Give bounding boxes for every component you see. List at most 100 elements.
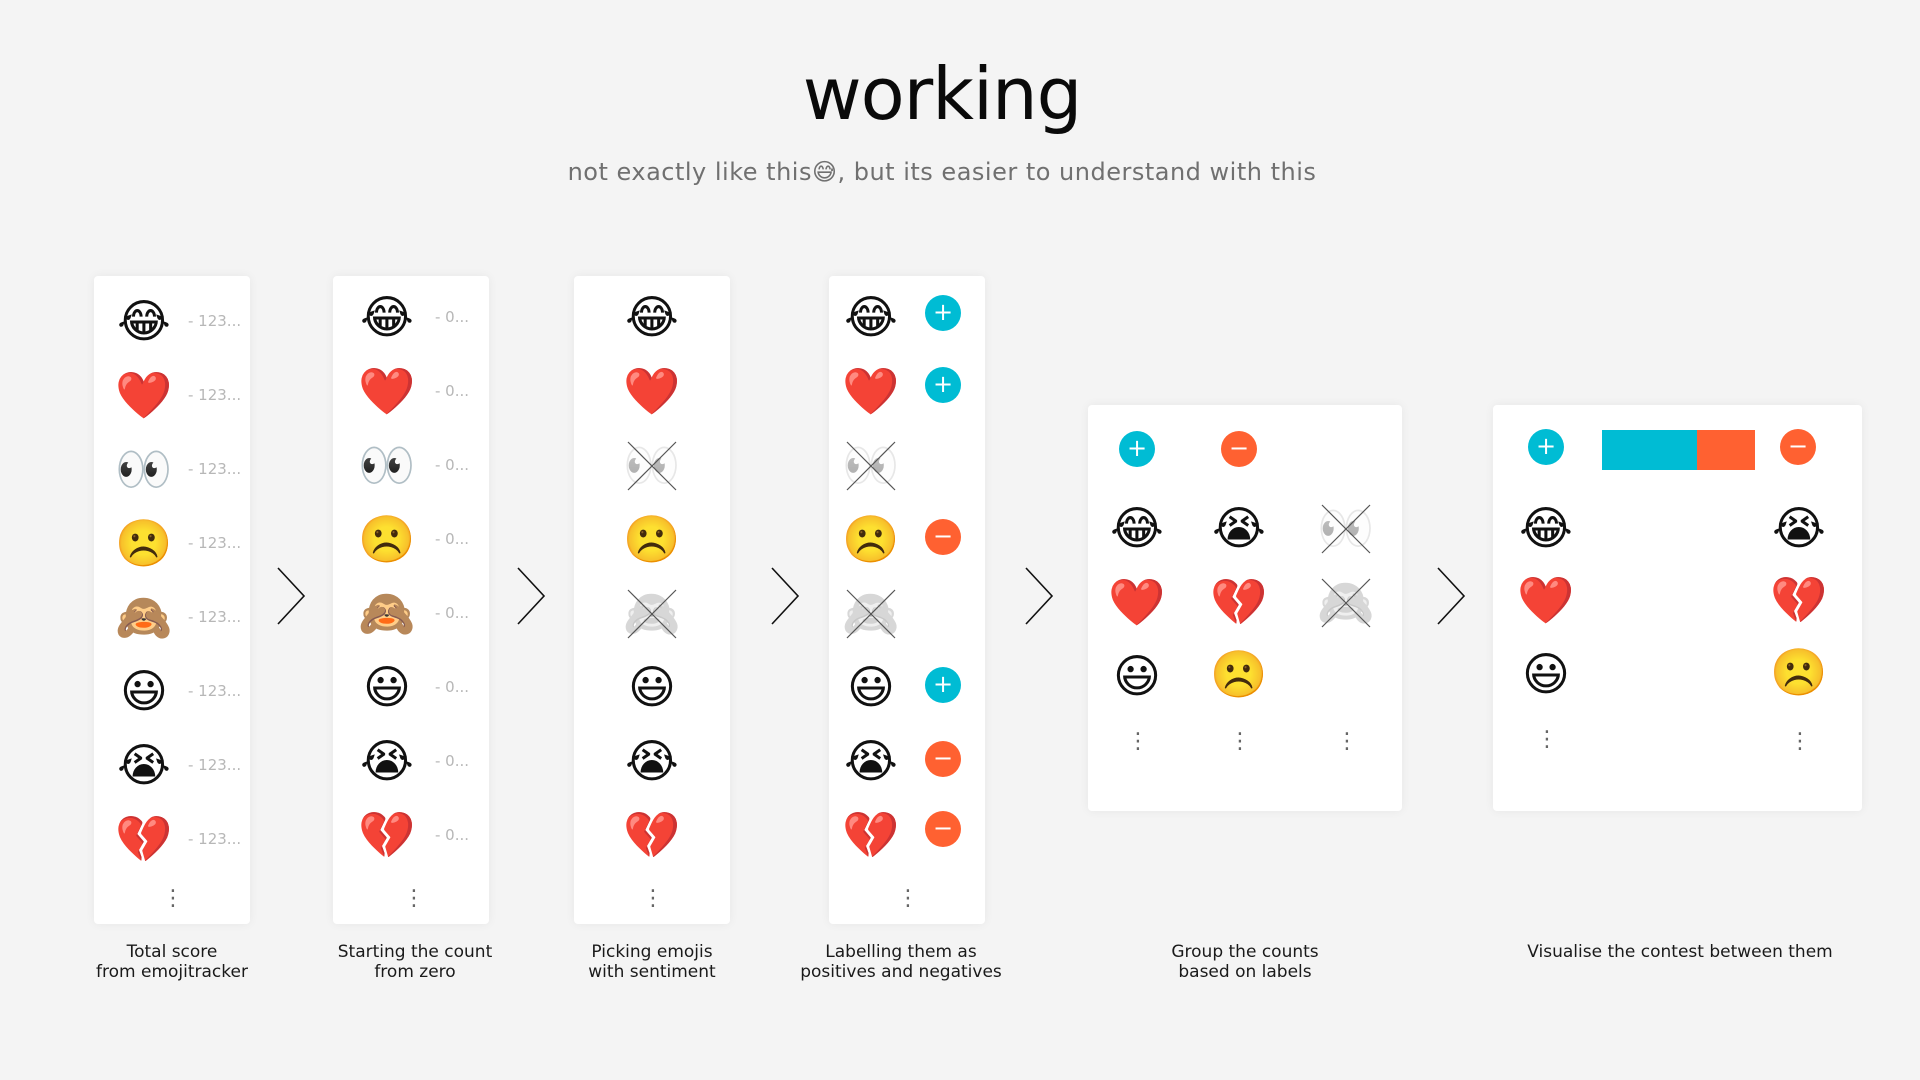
step-card-total-score: 😂 ❤️ 👀 ☹️ 🙈 😃 😭 💔 - 123... - 123... - 12… [94,276,250,924]
emoji-broken-heart: 💔 [1210,575,1268,629]
step-card-grouping: + − 😂 ❤️ 😃 😭 💔 ☹️ 👀 🙈 ⋮ ⋮ ⋮ [1088,405,1402,811]
contest-bar-negative [1697,430,1755,470]
page-subtitle: not exactly like this😅, but its easier t… [567,158,1317,186]
count-label: - 0... [435,678,470,696]
emoji-smiley: 😃 [1522,647,1570,701]
negative-group-badge: − [1780,429,1816,465]
emoji-broken-heart: 💔 [358,808,416,862]
emoji-heart: ❤️ [623,364,681,418]
caption-picking: Picking emojis with sentiment [588,942,716,982]
positive-badge: + [925,295,961,331]
count-label: - 123... [188,682,242,700]
count-label: - 0... [435,456,470,474]
count-label: - 0... [435,604,470,622]
emoji-smiley: 😃 [847,660,895,714]
excluded-emoji: 👀 [622,438,682,494]
emoji-joy: 😂 [844,290,898,344]
chevron-right-icon [517,567,546,625]
emoji-frown: ☹️ [115,516,173,570]
more-indicator-icon: ⋮ [162,886,184,911]
positive-badge: + [925,667,961,703]
step-card-visualise: + − 😂 ❤️ 😃 😭 💔 ☹️ ⋮ ⋮ [1493,405,1862,811]
emoji-sob: 😭 [1212,501,1266,555]
excluded-emoji: 👀 [1316,501,1376,557]
contest-bar [1602,430,1755,470]
count-label: - 123... [188,534,242,552]
emoji-broken-heart: 💔 [115,812,173,866]
emoji-heart: ❤️ [115,368,173,422]
emoji-sob: 😭 [1772,501,1826,555]
emoji-frown: ☹️ [623,512,681,566]
negative-badge: − [925,519,961,555]
excluded-emoji: 👀 [841,438,901,494]
emoji-joy: 😂 [360,290,414,344]
emoji-sob: 😭 [625,734,679,788]
emoji-joy: 😂 [625,290,679,344]
emoji-joy: 😂 [1519,501,1573,555]
more-indicator-icon: ⋮ [1127,729,1149,754]
emoji-eyes: 👀 [358,438,416,492]
emoji-broken-heart: 💔 [1770,573,1828,627]
count-label: - 0... [435,308,470,326]
caption-zero-count: Starting the count from zero [337,942,493,982]
positive-badge: + [925,367,961,403]
emoji-sob: 😭 [360,734,414,788]
page-title: working [802,52,1083,136]
emoji-frown: ☹️ [1210,647,1268,701]
more-indicator-icon: ⋮ [1229,729,1251,754]
count-label: - 123... [188,386,242,404]
count-label: - 123... [188,312,242,330]
count-label: - 0... [435,826,470,844]
emoji-joy: 😂 [1110,501,1164,555]
caption-total-score: Total score from emojitracker [96,942,248,982]
emoji-smiley: 😃 [120,664,168,718]
emoji-heart: ❤️ [842,364,900,418]
negative-group-badge: − [1221,431,1257,467]
cross-out-icon [846,441,896,491]
emoji-frown: ☹️ [842,512,900,566]
count-label: - 0... [435,752,470,770]
more-indicator-icon: ⋮ [1789,729,1811,754]
cross-out-icon [1321,578,1371,628]
negative-badge: − [925,811,961,847]
emoji-eyes: 👀 [115,442,173,496]
emoji-sob: 😭 [844,734,898,788]
chevron-right-icon [1025,567,1054,625]
caption-grouping: Group the counts based on labels [1171,942,1319,982]
contest-bar-positive [1602,430,1697,470]
emoji-smiley: 😃 [1113,649,1161,703]
step-card-labelling: 😂 ❤️ 👀 ☹️ 🙈 😃 😭 💔 + + − + − − ⋮ [829,276,985,924]
more-indicator-icon: ⋮ [897,886,919,911]
cross-out-icon [1321,504,1371,554]
chevron-right-icon [1437,567,1466,625]
emoji-broken-heart: 💔 [623,808,681,862]
count-label: - 123... [188,608,242,626]
caption-visualise: Visualise the contest between them [1527,942,1833,962]
emoji-smiley: 😃 [628,660,676,714]
emoji-broken-heart: 💔 [842,808,900,862]
excluded-emoji: 🙈 [841,586,901,642]
negative-badge: − [925,741,961,777]
positive-group-badge: + [1119,431,1155,467]
emoji-heart: ❤️ [1517,573,1575,627]
excluded-emoji: 🙈 [622,586,682,642]
emoji-frown: ☹️ [358,512,416,566]
emoji-heart: ❤️ [358,364,416,418]
cross-out-icon [846,589,896,639]
count-label: - 123... [188,460,242,478]
count-label: - 0... [435,530,470,548]
emoji-joy: 😂 [117,294,171,348]
emoji-heart: ❤️ [1108,575,1166,629]
caption-labelling: Labelling them as positives and negative… [800,942,1002,982]
more-indicator-icon: ⋮ [403,886,425,911]
positive-group-badge: + [1528,429,1564,465]
count-label: - 0... [435,382,470,400]
step-card-zero-count: 😂 ❤️ 👀 ☹️ 🙈 😃 😭 💔 - 0... - 0... - 0... -… [333,276,489,924]
count-label: - 123... [188,830,242,848]
emoji-smiley: 😃 [363,660,411,714]
more-indicator-icon: ⋮ [1336,729,1358,754]
more-indicator-icon: ⋮ [642,886,664,911]
excluded-emoji: 🙈 [1316,575,1376,631]
emoji-frown: ☹️ [1770,645,1828,699]
emoji-sob: 😭 [117,738,171,792]
